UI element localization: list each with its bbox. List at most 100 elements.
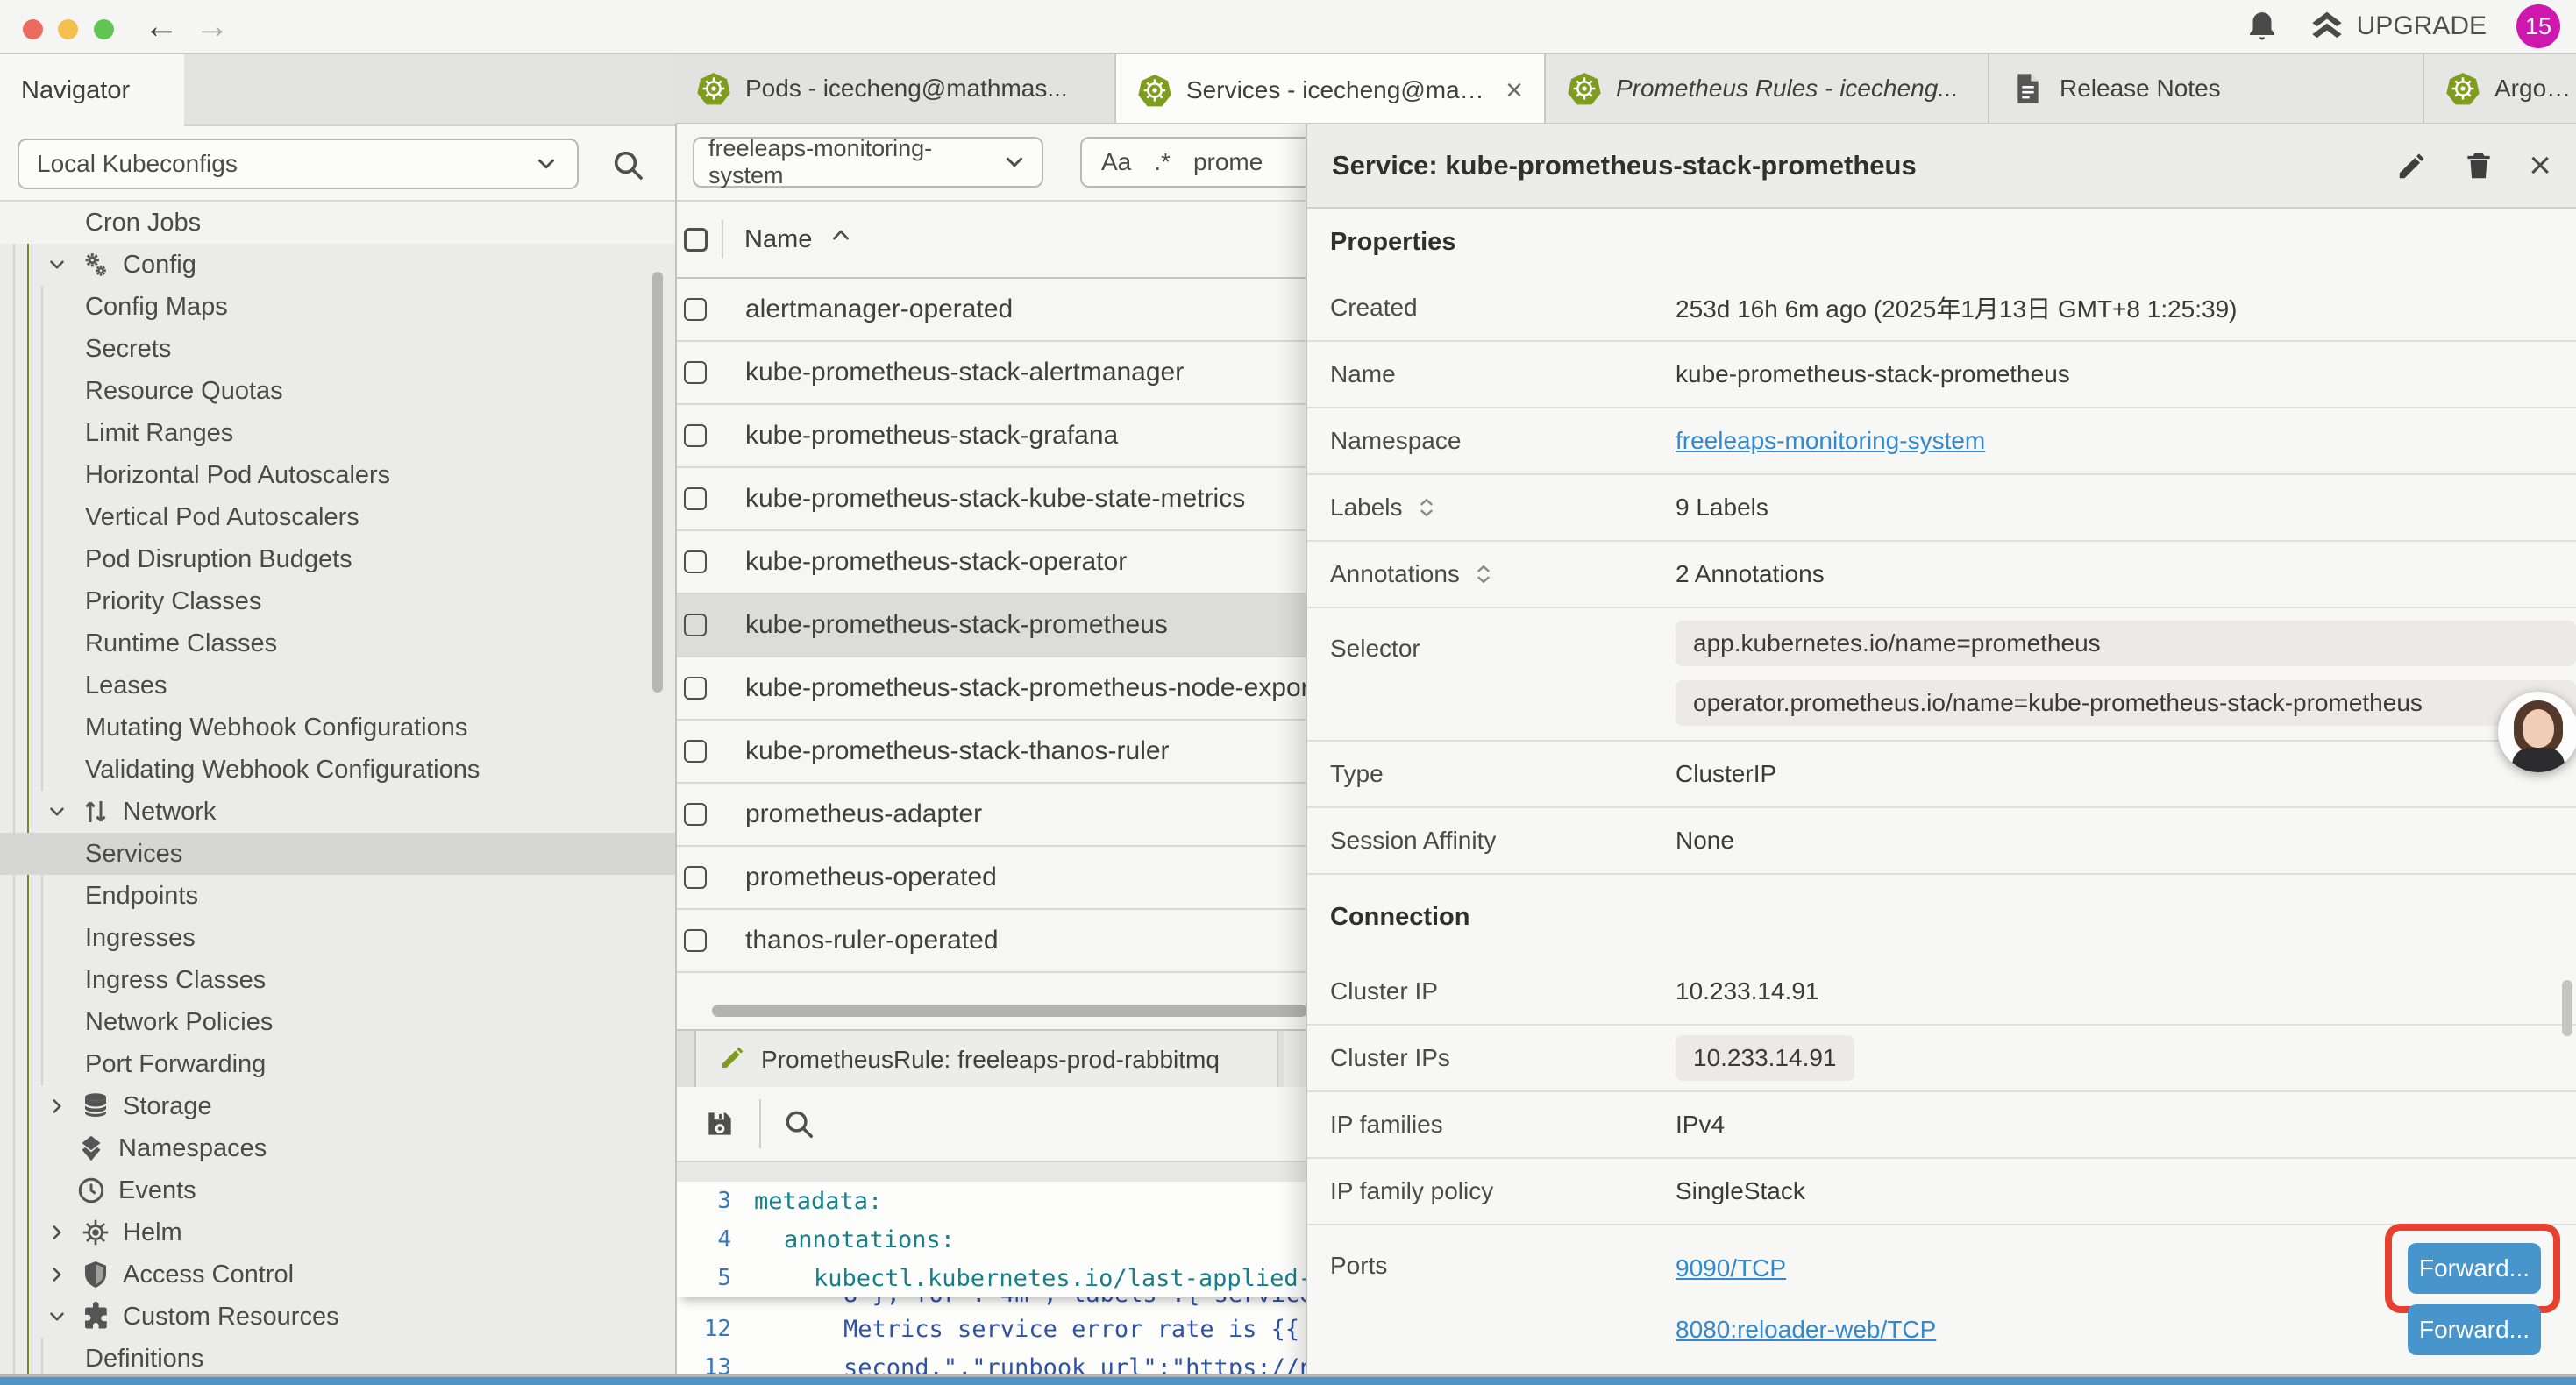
sidebar-item-network[interactable]: Network [0,791,675,833]
table-row[interactable]: kube-prometheus-stack-kube-state-metrics [677,468,1306,531]
sidebar-item-definitions[interactable]: Definitions [0,1338,675,1378]
select-all-checkbox[interactable] [684,228,708,252]
tree-chevron-icon[interactable] [46,800,68,823]
table-row[interactable]: prometheus-operated [677,847,1306,910]
row-checkbox[interactable] [684,803,707,826]
sidebar-item-mutating-webhook-configurations[interactable]: Mutating Webhook Configurations [0,707,675,749]
detail-scrollbar[interactable] [2562,980,2572,1036]
forward-button[interactable]: Forward... [2408,1243,2541,1294]
sidebar-item-horizontal-pod-autoscalers[interactable]: Horizontal Pod Autoscalers [0,454,675,496]
port-link[interactable]: 9090/TCP [1676,1254,1786,1282]
row-checkbox[interactable] [684,866,707,889]
sidebar-item-helm[interactable]: Helm [0,1211,675,1254]
sidebar-item-cron-jobs[interactable]: Cron Jobs [0,202,675,244]
app-tab[interactable]: Argo Se × [2424,54,2576,123]
row-checkbox[interactable] [684,487,707,510]
app-tab[interactable]: Release Notes × [1989,54,2424,123]
edit-pencil-icon[interactable] [2395,149,2429,182]
sidebar-item-vertical-pod-autoscalers[interactable]: Vertical Pod Autoscalers [0,496,675,538]
tree-chevron-icon[interactable] [46,1305,68,1328]
sort-updown-icon[interactable] [1470,561,1497,587]
notifications-bell-icon[interactable] [2245,9,2280,44]
row-checkbox[interactable] [684,740,707,763]
sidebar-item-priority-classes[interactable]: Priority Classes [0,580,675,622]
yaml-editor[interactable]: 3 metadata: 4 annotations: 5 kubectl.kub… [677,1182,1306,1378]
tree-chevron-icon[interactable] [46,1095,68,1118]
row-checkbox[interactable] [684,424,707,447]
sidebar-item-storage[interactable]: Storage [0,1085,675,1127]
table-row[interactable]: kube-prometheus-stack-thanos-ruler [677,721,1306,784]
sidebar-search-icon[interactable] [610,147,645,182]
sidebar-item-events[interactable]: Events [0,1169,675,1211]
list-search-input[interactable]: Aa .* prome [1080,137,1306,188]
row-checkbox[interactable] [684,298,707,321]
assistant-avatar[interactable] [2498,692,2576,772]
namespace-select[interactable]: freeleaps-monitoring-system [693,137,1043,188]
tab-close-icon[interactable]: × [1500,74,1523,108]
sidebar-item-ingress-classes[interactable]: Ingress Classes [0,959,675,1001]
zoom-window-button[interactable] [94,19,114,39]
app-tab[interactable]: Prometheus Rules - icecheng... × [1546,54,1989,123]
editor-scroll-track[interactable] [677,1162,1306,1182]
editor-tab-partial[interactable] [1284,1031,1306,1089]
tree-chevron-icon[interactable] [46,1221,68,1244]
editor-search-icon[interactable] [782,1107,815,1140]
sidebar-item-network-policies[interactable]: Network Policies [0,1001,675,1043]
close-icon[interactable]: × [2529,149,2551,182]
row-checkbox[interactable] [684,550,707,573]
sort-updown-icon[interactable] [1413,494,1440,521]
row-checkbox[interactable] [684,614,707,636]
sidebar-item-access-control[interactable]: Access Control [0,1254,675,1296]
table-row[interactable]: prometheus-adapter [677,784,1306,847]
sidebar-item-port-forwarding[interactable]: Port Forwarding [0,1043,675,1085]
table-row[interactable]: kube-prometheus-stack-grafana [677,405,1306,468]
table-row[interactable]: alertmanager-operated [677,279,1306,342]
table-row[interactable]: thanos-ruler-operated [677,910,1306,973]
sidebar-item-pod-disruption-budgets[interactable]: Pod Disruption Budgets [0,538,675,580]
sidebar-item-endpoints[interactable]: Endpoints [0,875,675,917]
sidebar-item-runtime-classes[interactable]: Runtime Classes [0,622,675,664]
row-checkbox[interactable] [684,361,707,384]
app-tab[interactable]: Pods - icecheng@mathmas... × [675,54,1116,123]
save-icon[interactable] [703,1107,737,1140]
name-column-header[interactable]: Name [744,223,854,256]
sidebar-item-config[interactable]: Config [0,244,675,286]
horizontal-scrollbar[interactable] [712,1005,1306,1017]
forward-icon[interactable]: → [195,7,230,46]
forward-button[interactable]: Forward... [2408,1304,2541,1355]
sidebar-item-namespaces[interactable]: Namespaces [0,1127,675,1169]
delete-trash-icon[interactable] [2462,149,2495,182]
sidebar-item-resource-quotas[interactable]: Resource Quotas [0,370,675,412]
row-name: kube-prometheus-stack-operator [745,547,1127,577]
sidebar-item-limit-ranges[interactable]: Limit Ranges [0,412,675,454]
tree-chevron-icon[interactable] [46,253,68,276]
kubeconfig-select[interactable]: Local Kubeconfigs [18,138,579,189]
namespace-link[interactable]: freeleaps-monitoring-system [1676,427,1985,454]
navigator-tab[interactable]: Navigator [0,54,184,126]
sidebar-item-validating-webhook-configurations[interactable]: Validating Webhook Configurations [0,749,675,791]
table-row[interactable]: kube-prometheus-stack-operator [677,531,1306,594]
sidebar-item-secrets[interactable]: Secrets [0,328,675,370]
sidebar-item-leases[interactable]: Leases [0,664,675,707]
upgrade-button[interactable]: UPGRADE [2309,9,2487,44]
port-link[interactable]: 8080:reloader-web/TCP [1676,1316,1936,1344]
regex-toggle[interactable]: .* [1154,148,1171,176]
notification-count-badge[interactable]: 15 [2516,4,2560,48]
sidebar-scrollbar[interactable] [652,272,663,692]
app-tab[interactable]: Services - icecheng@math... × [1116,54,1546,124]
minimize-window-button[interactable] [58,19,78,39]
back-icon[interactable]: ← [144,7,179,46]
sidebar-item-services[interactable]: Services [0,833,675,875]
sidebar-item-config-maps[interactable]: Config Maps [0,286,675,328]
row-checkbox[interactable] [684,929,707,952]
tree-chevron-icon[interactable] [46,1263,68,1286]
table-row[interactable]: kube-prometheus-stack-alertmanager [677,342,1306,405]
table-row[interactable]: kube-prometheus-stack-prometheus-node-ex… [677,657,1306,721]
sidebar-item-ingresses[interactable]: Ingresses [0,917,675,959]
table-row[interactable]: kube-prometheus-stack-prometheus [677,594,1306,657]
sidebar-item-custom-resources[interactable]: Custom Resources [0,1296,675,1338]
match-case-toggle[interactable]: Aa [1101,148,1131,176]
editor-tab[interactable]: PrometheusRule: freeleaps-prod-rabbitmq [694,1031,1278,1089]
close-window-button[interactable] [23,19,43,39]
row-checkbox[interactable] [684,677,707,700]
